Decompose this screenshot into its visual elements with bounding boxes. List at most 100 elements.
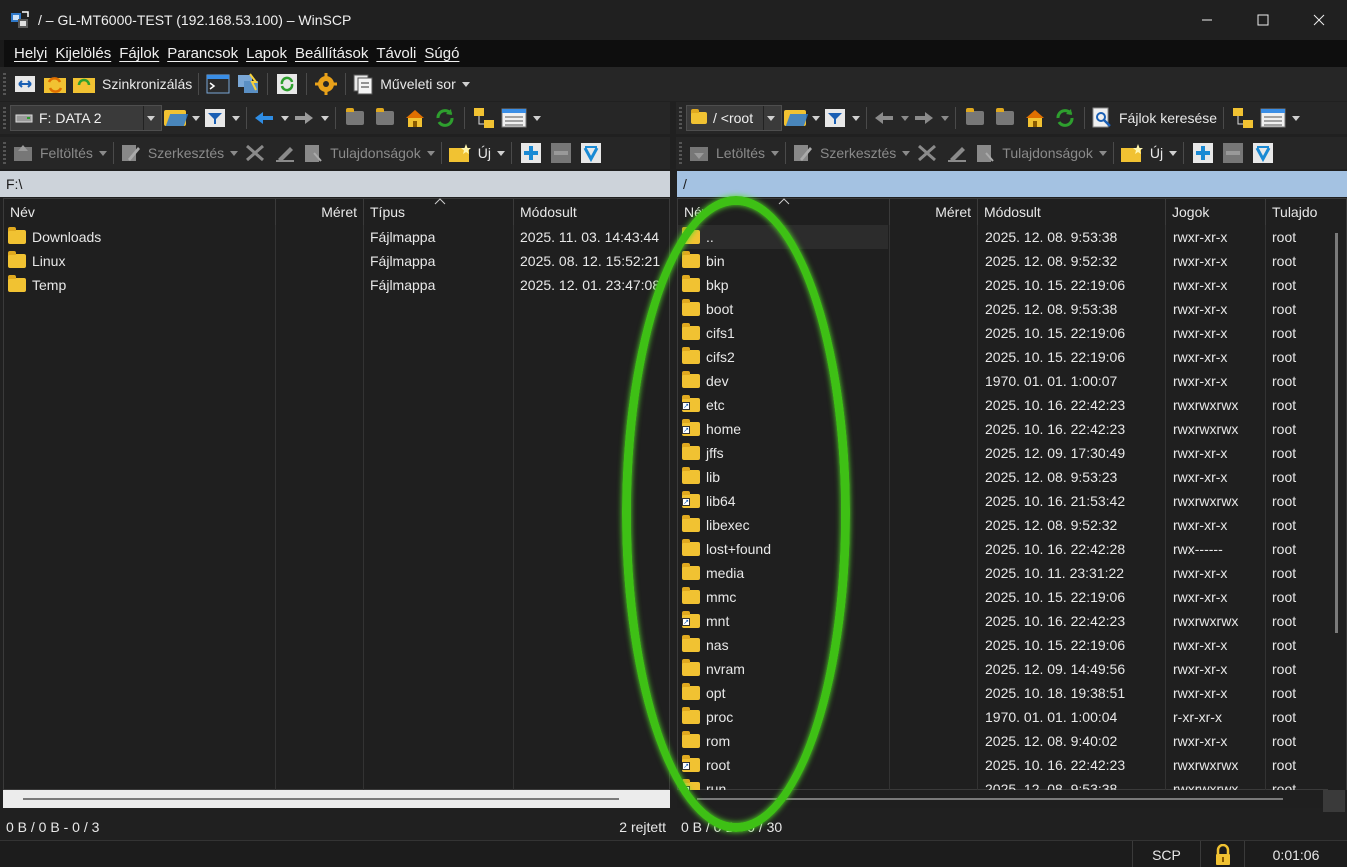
table-row[interactable]: rom 2025. 12. 08. 9:40:02 rwxr-xr-x root xyxy=(678,729,1328,753)
right-col-size[interactable]: Méret xyxy=(890,199,978,225)
left-upload-button[interactable]: Feltöltés xyxy=(12,140,107,166)
right-drive-select[interactable]: / <root xyxy=(686,105,782,131)
right-unselect-button[interactable] xyxy=(1220,140,1246,166)
table-row[interactable]: Temp Fájlmappa 2025. 12. 01. 23:47:08 xyxy=(4,273,671,297)
left-refresh-button[interactable] xyxy=(432,105,458,131)
right-refresh-button[interactable] xyxy=(1052,105,1078,131)
synchronize-icon-button[interactable] xyxy=(42,71,68,97)
left-filter-button[interactable] xyxy=(204,105,240,131)
right-col-modified[interactable]: Módosult xyxy=(978,199,1166,225)
table-row[interactable]: media 2025. 10. 11. 23:31:22 rwxr-xr-x root xyxy=(678,561,1328,585)
queue-button[interactable]: Műveleti sor xyxy=(352,71,470,97)
right-edit-button[interactable]: Szerkesztés xyxy=(792,140,911,166)
table-row[interactable]: ↗ mnt 2025. 10. 16. 22:42:23 rwxrwxrwx root xyxy=(678,609,1328,633)
table-row[interactable]: boot 2025. 12. 08. 9:53:38 rwxr-xr-x root xyxy=(678,297,1328,321)
right-back-button[interactable] xyxy=(873,105,909,131)
right-path-bar[interactable]: / xyxy=(677,171,1347,197)
table-row[interactable]: ↗ etc 2025. 10. 16. 22:42:23 rwxrwxrwx root xyxy=(678,393,1328,417)
terminal-button[interactable] xyxy=(205,71,231,97)
left-unselect-button[interactable] xyxy=(548,140,574,166)
encryption-indicator[interactable] xyxy=(1200,841,1244,867)
left-select-all-button[interactable] xyxy=(578,140,604,166)
left-rename-button[interactable] xyxy=(272,140,298,166)
menu-lapok[interactable]: Lapok xyxy=(246,45,287,62)
table-row[interactable]: cifs2 2025. 10. 15. 22:19:06 rwxr-xr-x root xyxy=(678,345,1328,369)
table-row[interactable]: nas 2025. 10. 15. 22:19:06 rwxr-xr-x root xyxy=(678,633,1328,657)
right-properties-button[interactable]: Tulajdonságok xyxy=(974,140,1107,166)
putty-button[interactable] xyxy=(235,71,261,97)
find-files-button[interactable]: Fájlok keresése xyxy=(1091,105,1217,131)
table-row[interactable]: lib 2025. 12. 08. 9:53:23 rwxr-xr-x root xyxy=(678,465,1328,489)
table-row[interactable]: Downloads Fájlmappa 2025. 11. 03. 14:43:44 xyxy=(4,225,671,249)
right-rename-button[interactable] xyxy=(944,140,970,166)
right-open-dir-button[interactable] xyxy=(784,105,820,131)
left-view-button[interactable] xyxy=(501,105,541,131)
left-file-list[interactable]: Név Méret Típus Módosult Downloads Fájlma… xyxy=(3,198,671,791)
table-row[interactable]: bkp 2025. 10. 15. 22:19:06 rwxr-xr-x root xyxy=(678,273,1328,297)
left-open-dir-button[interactable] xyxy=(164,105,200,131)
close-button[interactable] xyxy=(1291,0,1347,40)
right-col-rights[interactable]: Jogok xyxy=(1166,199,1266,225)
right-filter-button[interactable] xyxy=(824,105,860,131)
right-forward-button[interactable] xyxy=(913,105,949,131)
table-row[interactable]: nvram 2025. 12. 09. 14:49:56 rwxr-xr-x root xyxy=(678,657,1328,681)
left-new-button[interactable]: Új xyxy=(448,140,505,166)
right-horizontal-scrollbar[interactable] xyxy=(677,790,1323,808)
menu-fajlok[interactable]: Fájlok xyxy=(119,45,159,62)
table-row[interactable]: Linux Fájlmappa 2025. 08. 12. 15:52:21 xyxy=(4,249,671,273)
left-tree-button[interactable] xyxy=(471,105,497,131)
table-row[interactable]: ↗ lib64 2025. 10. 16. 21:53:42 rwxrwxrwx roo… xyxy=(678,489,1328,513)
left-delete-button[interactable] xyxy=(242,140,268,166)
compare-dirs-button[interactable] xyxy=(12,71,38,97)
table-row[interactable]: mmc 2025. 10. 15. 22:19:06 rwxr-xr-x root xyxy=(678,585,1328,609)
menu-parancsok[interactable]: Parancsok xyxy=(167,45,238,62)
right-col-name[interactable]: Név xyxy=(678,198,890,225)
menu-kijeloles[interactable]: Kijelölés xyxy=(55,45,111,62)
right-view-button[interactable] xyxy=(1260,105,1301,131)
menu-beallitasok[interactable]: Beállítások xyxy=(295,45,368,62)
left-home-button[interactable] xyxy=(402,105,428,131)
table-row[interactable]: lost+found 2025. 10. 16. 22:42:28 rwx-----… xyxy=(678,537,1328,561)
right-delete-button[interactable] xyxy=(914,140,940,166)
left-col-size[interactable]: Méret xyxy=(276,199,364,225)
right-new-button[interactable]: Új xyxy=(1120,140,1178,166)
right-select-button[interactable] xyxy=(1190,140,1216,166)
left-col-name[interactable]: Név xyxy=(4,199,276,225)
left-root-dir-button[interactable] xyxy=(372,105,398,131)
left-back-button[interactable] xyxy=(253,105,289,131)
maximize-button[interactable] xyxy=(1235,0,1291,40)
table-row[interactable]: ↗ run 2025. 12. 08. 9:53:38 rwxrwxrwx root xyxy=(678,777,1328,791)
left-select-button[interactable] xyxy=(518,140,544,166)
table-row[interactable]: dev 1970. 01. 01. 1:00:07 rwxr-xr-x root xyxy=(678,369,1328,393)
table-row[interactable]: ↗ root 2025. 10. 16. 22:42:23 rwxrwxrwx root xyxy=(678,753,1328,777)
table-row[interactable]: jffs 2025. 12. 09. 17:30:49 rwxr-xr-x root xyxy=(678,441,1328,465)
left-forward-button[interactable] xyxy=(293,105,329,131)
table-row[interactable]: bin 2025. 12. 08. 9:52:32 rwxr-xr-x root xyxy=(678,249,1328,273)
menu-tavoli[interactable]: Távoli xyxy=(376,45,416,62)
left-horizontal-scrollbar[interactable] xyxy=(3,790,670,808)
right-select-all-button[interactable] xyxy=(1250,140,1276,166)
refresh-session-button[interactable] xyxy=(274,71,300,97)
left-properties-button[interactable]: Tulajdonságok xyxy=(302,140,435,166)
protocol-indicator[interactable]: SCP xyxy=(1132,841,1200,867)
left-drive-select[interactable]: F: DATA 2 xyxy=(10,105,162,131)
right-vertical-scrollbar[interactable] xyxy=(1328,225,1346,791)
table-row[interactable]: cifs1 2025. 10. 15. 22:19:06 rwxr-xr-x root xyxy=(678,321,1328,345)
table-row[interactable]: libexec 2025. 12. 08. 9:52:32 rwxr-xr-x roo… xyxy=(678,513,1328,537)
right-root-dir-button[interactable] xyxy=(992,105,1018,131)
left-parent-dir-button[interactable] xyxy=(342,105,368,131)
synchronize-button[interactable]: Szinkronizálás xyxy=(72,71,192,97)
left-col-modified[interactable]: Módosult xyxy=(514,199,671,225)
right-col-owner[interactable]: Tulajdo xyxy=(1266,199,1328,225)
right-home-button[interactable] xyxy=(1022,105,1048,131)
right-download-button[interactable]: Letöltés xyxy=(688,140,780,166)
menu-helyi[interactable]: Helyi xyxy=(14,45,47,62)
left-path-bar[interactable]: F:\ xyxy=(0,171,670,197)
right-parent-dir-button[interactable] xyxy=(962,105,988,131)
preferences-button[interactable] xyxy=(313,71,339,97)
left-edit-button[interactable]: Szerkesztés xyxy=(120,140,239,166)
left-col-type[interactable]: Típus xyxy=(364,198,514,225)
table-row[interactable]: ↗ home 2025. 10. 16. 22:42:23 rwxrwxrwx root xyxy=(678,417,1328,441)
right-tree-button[interactable] xyxy=(1230,105,1256,131)
table-row[interactable]: .. 2025. 12. 08. 9:53:38 rwxr-xr-x root xyxy=(678,225,1328,249)
